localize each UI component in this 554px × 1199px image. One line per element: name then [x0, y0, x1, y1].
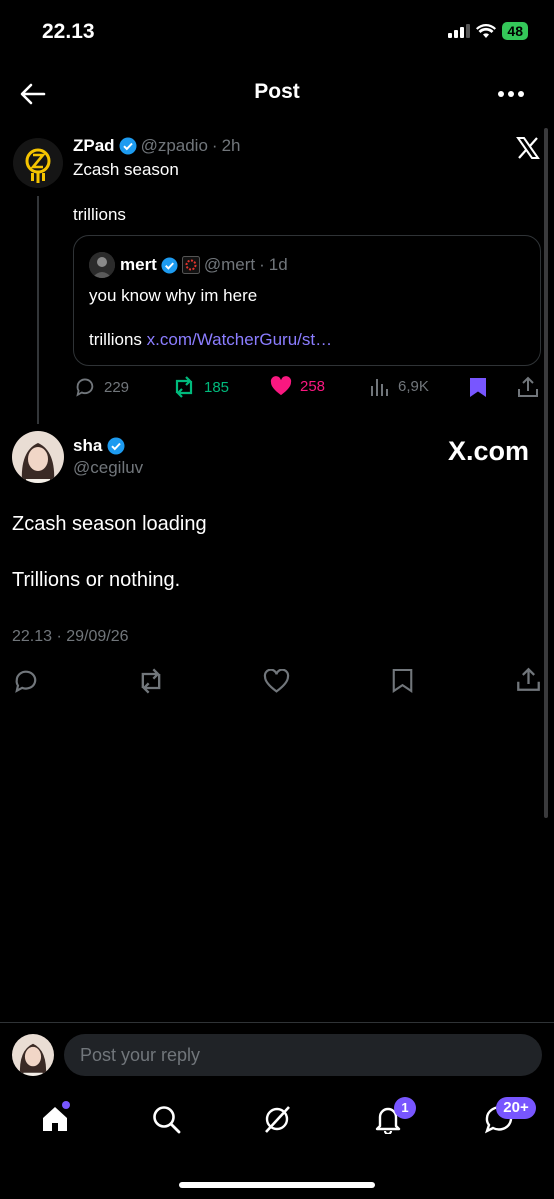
parent-post-text-line-2: trillions	[73, 205, 126, 224]
share-button[interactable]	[516, 667, 541, 697]
messages-badge: 20+	[496, 1097, 536, 1119]
separator-dot: ·	[259, 255, 265, 274]
verified-badge-icon	[161, 256, 178, 274]
tab-messages[interactable]: 20+	[484, 1097, 536, 1139]
repost-button[interactable]	[137, 668, 165, 699]
page-title: Post	[254, 80, 300, 103]
quote-handle: @mert	[203, 255, 256, 274]
author-name[interactable]: ZPad	[73, 136, 115, 156]
repost-count: 185	[204, 378, 230, 396]
main-post-author: sha	[73, 436, 125, 456]
divider	[0, 1022, 554, 1023]
quote-text-trillions: trillions	[89, 330, 142, 349]
reply-button[interactable]	[13, 668, 39, 699]
heart-filled-icon	[270, 376, 292, 396]
like-count: 258	[300, 377, 326, 395]
quote-text-line-1: you know why im here	[89, 286, 258, 305]
parent-post-text-line-1: Zcash season	[73, 160, 179, 179]
home-indicator	[179, 1182, 375, 1188]
scrollbar[interactable]	[544, 128, 548, 818]
wifi-icon	[476, 23, 497, 38]
reply-count-button[interactable]: 229	[74, 376, 129, 398]
share-icon	[517, 667, 540, 691]
quote-author-name: mert	[120, 255, 157, 274]
zpad-avatar[interactable]	[13, 138, 63, 188]
quote-link[interactable]: x.com/WatcherGuru/st…	[147, 330, 332, 349]
reply-icon	[76, 378, 94, 397]
tab-search[interactable]	[151, 1104, 181, 1139]
bookmark-button[interactable]	[392, 668, 413, 698]
share-icon	[518, 376, 538, 397]
repost-icon	[141, 668, 161, 694]
share-button[interactable]	[517, 376, 539, 403]
author-handle[interactable]: @zpadio	[141, 136, 208, 156]
x-logo-icon	[516, 136, 540, 165]
home-unread-dot	[62, 1101, 70, 1109]
my-avatar	[12, 1034, 54, 1076]
thread-line	[37, 196, 39, 424]
quote-header: mert @mert · 1d	[120, 255, 288, 275]
reply-count: 229	[104, 378, 130, 396]
verified-badge-icon	[119, 137, 137, 155]
reply-input[interactable]: Post your reply	[64, 1034, 542, 1076]
repost-count-button[interactable]: 185	[172, 376, 229, 398]
quote-time: 1d	[268, 255, 288, 274]
views-chart-icon	[371, 379, 388, 396]
bookmark-filled-icon	[470, 378, 486, 397]
views-count: 6,9K	[398, 377, 429, 395]
search-icon	[153, 1106, 181, 1134]
grok-icon	[265, 1106, 290, 1133]
tab-grok[interactable]	[262, 1104, 292, 1139]
mert-avatar	[89, 252, 115, 278]
heart-outline-icon	[263, 668, 290, 693]
tab-notifications[interactable]: 1	[373, 1097, 416, 1139]
notifications-badge: 1	[394, 1097, 416, 1119]
author-handle[interactable]: @cegiluv	[73, 458, 143, 478]
bookmark-button[interactable]	[469, 377, 487, 403]
post-timestamp: 22.13 · 29/09/26	[12, 628, 129, 645]
xcom-watermark: X.com	[448, 436, 530, 466]
more-horizontal-icon	[498, 91, 524, 97]
more-options-button[interactable]	[494, 82, 528, 106]
cellular-signal-icon	[448, 24, 471, 38]
main-post-text-line-1: Zcash season loading	[12, 513, 207, 535]
like-count-button[interactable]: 258	[270, 376, 325, 396]
main-post-text-line-2: Trillions or nothing.	[12, 569, 181, 591]
like-button[interactable]	[263, 668, 290, 698]
bookmark-outline-icon	[392, 668, 413, 693]
affiliate-badge-icon	[181, 256, 200, 274]
repost-icon	[175, 376, 193, 398]
quote-text-line-2: trillions x.com/WatcherGuru/st…	[89, 330, 332, 350]
status-time: 22.13	[42, 20, 95, 43]
battery-level: 48	[502, 22, 528, 40]
author-name[interactable]: sha	[73, 436, 102, 456]
verified-badge-icon	[107, 437, 125, 455]
views-button[interactable]: 6,9K	[370, 376, 429, 396]
separator-dot: ·	[211, 136, 218, 155]
tab-home[interactable]	[40, 1101, 70, 1139]
status-icons: 48	[448, 22, 528, 40]
parent-post-header: ZPad @zpadio · 2h	[73, 136, 241, 156]
zpad-logo-icon	[13, 138, 63, 188]
reply-icon	[15, 670, 37, 693]
post-time: 2h	[221, 136, 241, 155]
sha-avatar[interactable]	[12, 431, 64, 483]
